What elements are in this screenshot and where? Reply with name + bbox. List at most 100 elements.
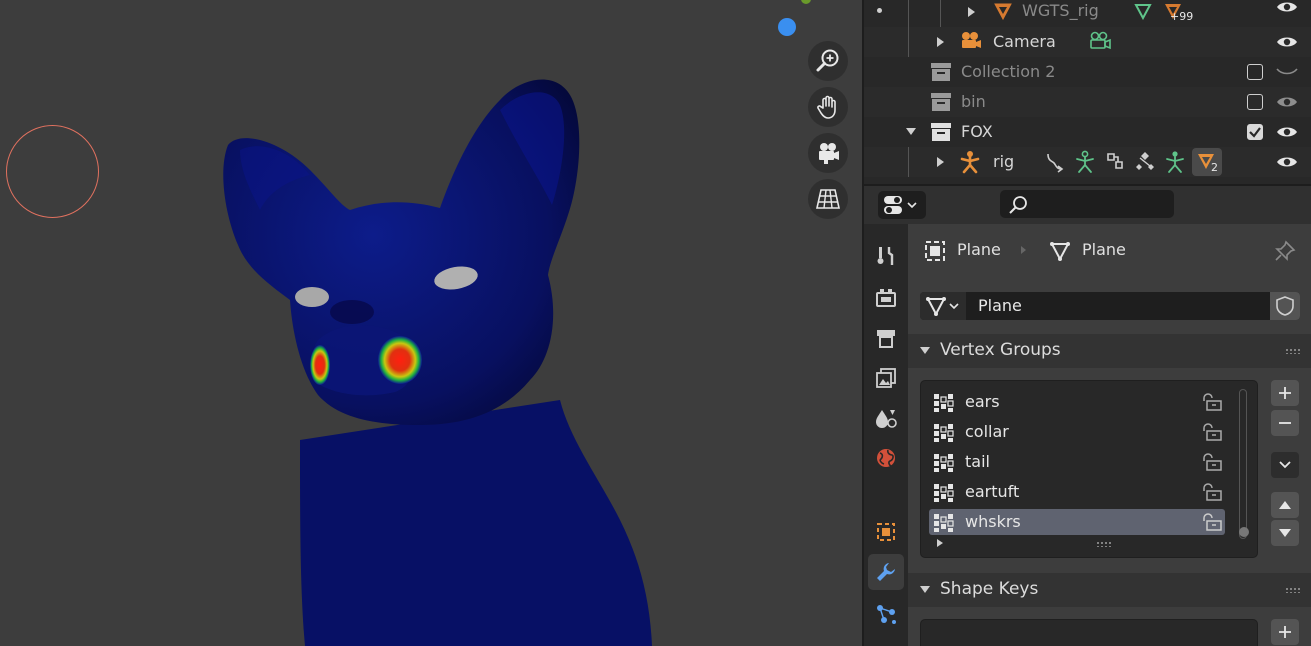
tab-output[interactable] — [868, 320, 904, 356]
tab-object[interactable] — [868, 514, 904, 550]
expand-arrow-icon[interactable] — [968, 7, 975, 17]
outliner-row-camera[interactable]: Camera — [864, 27, 1311, 57]
zoom-button[interactable] — [808, 41, 848, 81]
add-shape-key-button[interactable] — [1271, 619, 1299, 645]
bone-group-icon — [1136, 152, 1154, 170]
tab-modifiers[interactable] — [868, 554, 904, 590]
properties-content: Plane Plane Plane Vertex Groups ears col… — [908, 224, 1311, 646]
drag-handle-icon[interactable] — [1285, 587, 1301, 593]
list-item-collar[interactable]: collar — [929, 419, 1225, 445]
outliner-label: Camera — [993, 32, 1056, 51]
add-vertex-group-button[interactable] — [1271, 380, 1299, 406]
mesh-datablock-selector[interactable]: Plane — [920, 292, 1300, 320]
unlocked-icon[interactable] — [1201, 513, 1223, 531]
drag-handle-icon[interactable] — [1285, 348, 1301, 354]
shield-icon — [1276, 296, 1294, 316]
vertex-groups-panel-header[interactable]: Vertex Groups — [908, 334, 1311, 368]
collapse-arrow-icon — [920, 586, 930, 593]
active-dot-icon — [877, 8, 882, 13]
collection-icon — [931, 123, 951, 141]
outliner-label: rig — [993, 152, 1015, 171]
vertex-group-icon — [934, 514, 954, 532]
list-item-tail[interactable]: tail — [929, 449, 1225, 475]
scene-icon — [876, 410, 897, 428]
tab-tool[interactable] — [868, 238, 904, 274]
chevron-down-icon — [1279, 461, 1291, 469]
remove-vertex-group-button[interactable] — [1271, 410, 1299, 436]
tab-world[interactable] — [868, 440, 904, 476]
eye-icon[interactable] — [1276, 0, 1298, 14]
mesh-name-field[interactable]: Plane — [978, 296, 1022, 315]
list-scroll-knob[interactable] — [1239, 527, 1249, 537]
eye-icon[interactable] — [1276, 95, 1298, 109]
outliner-label: bin — [961, 92, 986, 111]
editor-type-dropdown[interactable] — [878, 191, 926, 219]
unlocked-icon[interactable] — [1201, 393, 1223, 411]
list-item-ears[interactable]: ears — [929, 389, 1225, 415]
wrench-icon — [877, 563, 895, 581]
outliner-row-wgts-rig[interactable]: WGTS_rig +99 — [864, 0, 1311, 27]
exclude-checkbox[interactable] — [1247, 94, 1263, 110]
render-icon — [876, 289, 896, 307]
particles-icon — [877, 605, 896, 624]
tab-view-layer[interactable] — [868, 360, 904, 396]
eye-icon[interactable] — [1276, 125, 1298, 139]
camera-icon — [819, 143, 839, 164]
collapse-arrow-icon[interactable] — [906, 128, 916, 135]
eye-icon[interactable] — [1276, 155, 1298, 169]
eye-closed-icon[interactable] — [1276, 65, 1298, 79]
breadcrumb-object: Plane — [957, 240, 1001, 259]
vertex-group-name: ears — [965, 392, 1000, 411]
unlocked-icon[interactable] — [1201, 453, 1223, 471]
vertex-group-list[interactable]: ears collar tail eartuft whskrs — [920, 380, 1258, 558]
unlocked-icon[interactable] — [1201, 423, 1223, 441]
unlocked-icon[interactable] — [1201, 483, 1223, 501]
browse-mesh-button[interactable] — [920, 292, 966, 320]
tab-render[interactable] — [868, 280, 904, 316]
plus-icon — [1279, 626, 1291, 638]
list-item-eartuft[interactable]: eartuft — [929, 479, 1225, 505]
fake-user-button[interactable] — [1270, 292, 1300, 320]
vertex-group-name: eartuft — [965, 482, 1020, 501]
gizmo-z-axis[interactable] — [778, 18, 796, 36]
list-scrollbar[interactable] — [1239, 389, 1247, 539]
camera-view-button[interactable] — [808, 133, 848, 173]
pan-button[interactable] — [808, 87, 848, 127]
vertex-group-name: whskrs — [965, 512, 1021, 531]
3d-viewport[interactable] — [0, 0, 862, 646]
mesh-data-icon — [1050, 242, 1070, 262]
include-checkbox[interactable] — [1247, 124, 1263, 140]
vertex-group-icon — [1134, 4, 1152, 21]
properties-header — [864, 186, 1311, 224]
eye-icon[interactable] — [1276, 35, 1298, 49]
expand-arrow-icon[interactable] — [937, 37, 944, 47]
vertex-group-icon — [934, 484, 954, 502]
children-count-badge: 2 — [1211, 161, 1218, 174]
exclude-checkbox[interactable] — [1247, 64, 1263, 80]
camera-object-icon — [962, 32, 981, 48]
shape-keys-panel-header[interactable]: Shape Keys — [908, 573, 1311, 607]
shape-key-list[interactable] — [920, 619, 1258, 646]
perspective-toggle-button[interactable] — [808, 179, 848, 219]
move-up-button[interactable] — [1271, 492, 1299, 518]
list-resize-handle-icon[interactable] — [1096, 541, 1112, 547]
vertex-group-icon — [934, 394, 954, 412]
object-icon — [877, 523, 895, 541]
tab-particles[interactable] — [868, 596, 904, 632]
expand-arrow-icon[interactable] — [937, 157, 944, 167]
collection-icon — [931, 93, 951, 111]
pin-icon[interactable] — [1274, 240, 1296, 262]
outliner-row-collection-2[interactable]: Collection 2 — [864, 57, 1311, 87]
outliner[interactable]: WGTS_rig +99 Camera Collection 2 bin FOX… — [864, 0, 1311, 178]
outliner-row-fox[interactable]: FOX — [864, 117, 1311, 147]
properties-search-input[interactable] — [1000, 190, 1174, 218]
vertex-group-specials-menu[interactable] — [1271, 452, 1299, 478]
outliner-row-bin[interactable]: bin — [864, 87, 1311, 117]
plus-icon — [1279, 387, 1291, 399]
mesh-children-button[interactable]: 2 — [1192, 148, 1222, 176]
list-filter-expand-icon[interactable] — [937, 539, 943, 547]
outliner-row-rig[interactable]: rig 2 — [864, 147, 1311, 177]
tab-scene[interactable] — [868, 400, 904, 436]
move-down-button[interactable] — [1271, 520, 1299, 546]
list-item-whskrs[interactable]: whskrs — [929, 509, 1225, 535]
